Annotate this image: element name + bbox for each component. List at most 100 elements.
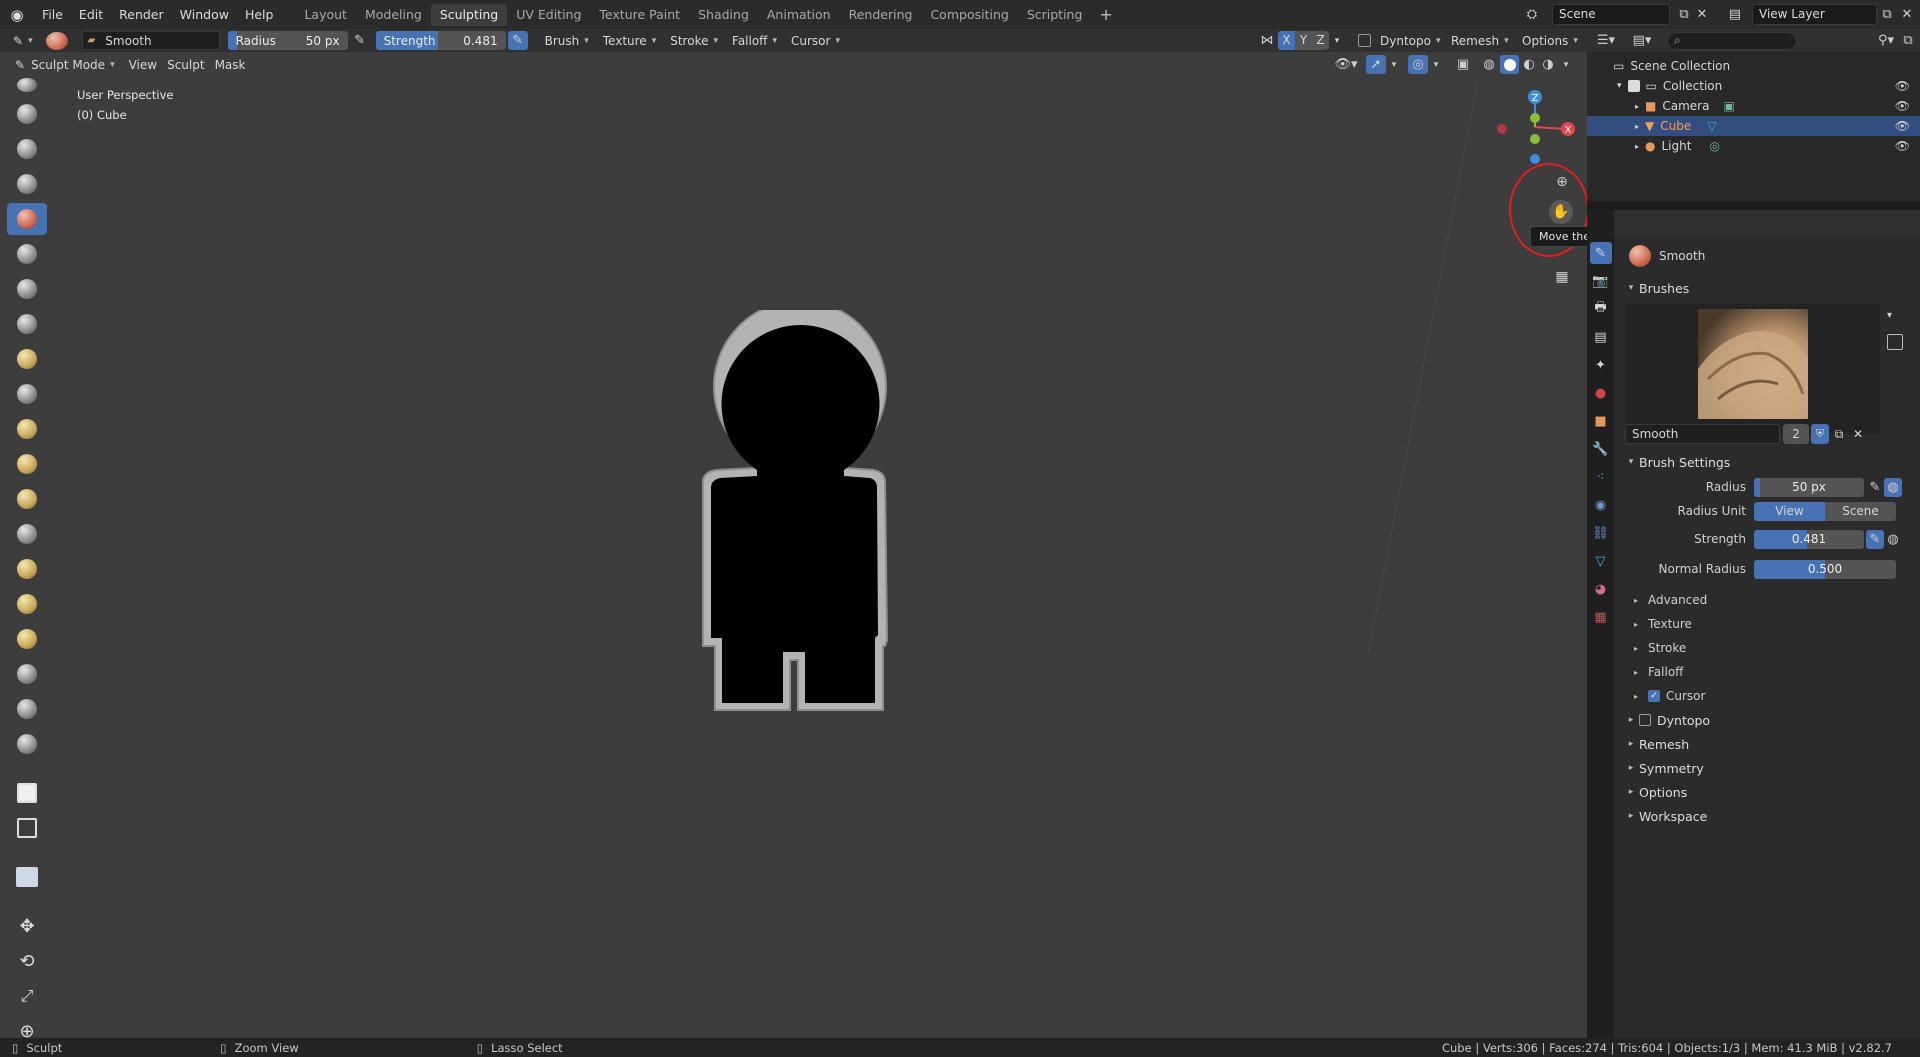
brush-users-count[interactable]: 2 <box>1783 424 1809 444</box>
tool-layer[interactable] <box>7 238 47 270</box>
tab-world-icon[interactable]: ● <box>1590 382 1612 404</box>
duplicate-brush-icon[interactable]: ⧉ <box>1830 424 1848 444</box>
tab-tool-icon[interactable]: ✎ <box>1589 242 1612 264</box>
tab-sculpting[interactable]: Sculpting <box>430 3 508 26</box>
shading-chevron-down-icon[interactable]: ▾ <box>1560 55 1572 74</box>
ortho-toggle-icon[interactable]: ▦ <box>1550 265 1574 289</box>
panel-symmetry[interactable]: ▸ Symmetry <box>1623 756 1920 780</box>
strength-pen-icon[interactable]: ✎ <box>1866 529 1884 549</box>
tab-constraints-icon[interactable]: ⛓ <box>1590 522 1612 544</box>
menu-file[interactable]: File <box>34 0 71 29</box>
tool-draw-sharp[interactable] <box>7 98 47 130</box>
subpanel-cursor[interactable]: ▸ ✓ Cursor <box>1614 684 1920 708</box>
gizmo-neg-x-axis[interactable] <box>1497 124 1507 134</box>
subpanel-advanced[interactable]: ▸ Advanced <box>1614 588 1920 612</box>
subpanel-falloff[interactable]: ▸ Falloff <box>1614 660 1920 684</box>
tool-thumb[interactable] <box>7 588 47 620</box>
brush-list-chevron-down-icon[interactable]: ▾ <box>1887 310 1903 326</box>
tool-snake-hook[interactable] <box>7 553 47 585</box>
tool-simplify[interactable] <box>7 658 47 690</box>
panel-dyntopo[interactable]: ▸ Dyntopo <box>1623 708 1920 732</box>
tool-move[interactable]: ✥ <box>7 910 47 942</box>
tab-texture-paint[interactable]: Texture Paint <box>590 4 689 26</box>
mirror-butterfly-icon[interactable]: ⋈ <box>1258 31 1276 50</box>
stroke-dropdown[interactable]: Stroke ▾ <box>665 31 723 50</box>
tab-compositing[interactable]: Compositing <box>921 4 1017 26</box>
strength-pressure-icon[interactable]: ✎ <box>507 31 528 50</box>
rendered-shading-icon[interactable]: ◑ <box>1539 55 1557 74</box>
tab-material-icon[interactable]: ◕ <box>1590 578 1612 600</box>
cursor-checkbox[interactable]: ✓ <box>1648 690 1660 702</box>
dyntopo-panel-checkbox[interactable] <box>1639 714 1651 726</box>
overlay-toggle-icon[interactable]: ◎ <box>1408 55 1428 74</box>
mask-menu[interactable]: Mask <box>210 55 251 74</box>
view-menu[interactable]: View <box>124 55 162 74</box>
blender-logo-icon[interactable]: ◉ <box>0 0 34 29</box>
options-dropdown[interactable]: Options ▾ <box>1517 31 1583 50</box>
delete-scene-icon[interactable]: ✕ <box>1693 4 1711 24</box>
light-eye-icon[interactable]: 👁 <box>1895 139 1910 153</box>
tool-mesh-filter[interactable] <box>7 861 47 893</box>
tab-particles-icon[interactable]: ⁖ <box>1590 466 1612 488</box>
new-view-layer-icon[interactable]: ⧉ <box>1878 4 1896 24</box>
tool-rotate[interactable] <box>7 623 47 655</box>
panel-workspace[interactable]: ▸ Workspace <box>1623 804 1920 828</box>
tab-texture-icon[interactable]: ▦ <box>1590 606 1612 628</box>
gizmo-toggle-icon[interactable]: ➚ <box>1366 55 1386 74</box>
tab-object-icon[interactable]: ■ <box>1590 410 1612 432</box>
tab-layout[interactable]: Layout <box>295 4 356 26</box>
tool-crease[interactable] <box>7 343 47 375</box>
brush-preview-icon[interactable] <box>45 31 68 50</box>
tool-scale[interactable]: ⤢ <box>7 980 47 1012</box>
gizmo-neg-z-axis[interactable] <box>1530 154 1540 164</box>
brush-settings-panel-header[interactable]: ▾ Brush Settings <box>1587 450 1920 474</box>
tab-data-icon[interactable]: ▽ <box>1590 550 1612 572</box>
cursor-dropdown[interactable]: Cursor ▾ <box>786 31 845 50</box>
gizmo-y-axis[interactable] <box>1530 113 1540 123</box>
expand-triangle-icon[interactable]: ▾ <box>1617 81 1622 91</box>
collection-eye-icon[interactable]: 👁 <box>1895 79 1910 93</box>
tab-modifiers-icon[interactable]: 🔧 <box>1590 438 1612 460</box>
tool-clay[interactable] <box>7 133 47 165</box>
brush-dropdown[interactable]: Brush ▾ <box>540 31 594 50</box>
wireframe-shading-icon[interactable]: ◍ <box>1480 55 1498 74</box>
mode-dropdown[interactable]: ✎ Sculpt Mode ▾ <box>10 55 120 74</box>
radius-unit-scene-button[interactable]: Scene <box>1825 501 1896 521</box>
fake-user-shield-icon[interactable]: ⛨ <box>1811 424 1829 444</box>
tool-flatten[interactable] <box>7 378 47 410</box>
tool-grab[interactable] <box>7 518 47 550</box>
tool-blob[interactable] <box>7 308 47 340</box>
tool-smooth[interactable] <box>7 203 47 235</box>
menu-help[interactable]: Help <box>237 0 282 29</box>
display-mode-icon[interactable]: ▤▾ <box>1627 33 1657 48</box>
outliner-search-input[interactable]: ⌕ <box>1667 31 1797 50</box>
tab-modeling[interactable]: Modeling <box>356 4 431 26</box>
tab-rendering[interactable]: Rendering <box>840 4 922 26</box>
outliner-collection[interactable]: ▾ ▭ Collection 👁 <box>1587 76 1920 96</box>
solid-shading-icon[interactable] <box>1500 55 1519 74</box>
radius-globe-icon[interactable]: ◍ <box>1884 477 1902 497</box>
panel-remesh[interactable]: ▸ Remesh <box>1623 732 1920 756</box>
tab-uv-editing[interactable]: UV Editing <box>507 4 590 26</box>
menu-window[interactable]: Window <box>172 0 237 29</box>
filter-icon[interactable]: ⚲▾ <box>1875 31 1897 50</box>
gizmo-neg-y-axis[interactable] <box>1530 134 1540 144</box>
visibility-icon[interactable]: 👁▾ <box>1332 55 1360 74</box>
navigation-gizmo[interactable]: Z X <box>1488 85 1580 167</box>
axis-y-toggle[interactable]: Y <box>1295 31 1312 50</box>
menu-edit[interactable]: Edit <box>71 0 111 29</box>
new-collection-icon[interactable]: ⧉ <box>1898 31 1918 50</box>
brushes-panel-header[interactable]: ▾ Brushes <box>1587 276 1920 300</box>
outliner-item-camera[interactable]: ▸ ■ Camera ▣ 👁 <box>1587 96 1920 116</box>
strength-globe-icon[interactable]: ◍ <box>1884 530 1902 549</box>
symmetry-chevron-down-icon[interactable]: ▾ <box>1330 31 1344 50</box>
brush-name-input[interactable]: Smooth <box>1625 424 1780 444</box>
panel-options[interactable]: ▸ Options <box>1623 780 1920 804</box>
cube-eye-icon[interactable]: 👁 <box>1895 119 1910 133</box>
cube-mesh-silhouette[interactable] <box>695 310 915 715</box>
brush-radius-field[interactable]: 50 px <box>1754 477 1864 497</box>
menu-render[interactable]: Render <box>111 0 172 29</box>
axis-z-toggle[interactable]: Z <box>1312 31 1329 50</box>
remesh-dropdown[interactable]: Remesh ▾ <box>1446 31 1514 50</box>
material-shading-icon[interactable]: ◐ <box>1520 55 1538 74</box>
